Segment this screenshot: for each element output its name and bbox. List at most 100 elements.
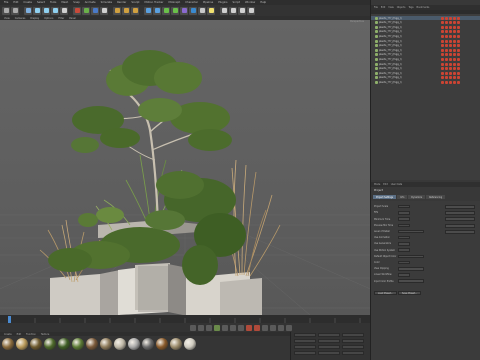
attribute-field-right[interactable] [445, 229, 475, 234]
material-swatch[interactable] [2, 338, 14, 350]
material-tag-icon[interactable] [457, 16, 460, 20]
attribute-field[interactable] [398, 211, 410, 215]
material-tag-icon[interactable] [453, 44, 456, 48]
attribute-field-right[interactable] [445, 205, 475, 209]
attribute-field[interactable] [398, 279, 424, 283]
material-tag-icon[interactable] [445, 35, 448, 39]
object-menu-edit[interactable]: Edit [381, 6, 385, 9]
material-tag-icon[interactable] [449, 16, 452, 20]
material-tag-icon[interactable] [449, 67, 452, 71]
material-tag-icon[interactable] [445, 25, 448, 29]
material-tag-icon[interactable] [445, 16, 448, 20]
menu-item-mesh[interactable]: Mesh [61, 1, 68, 4]
material-tag-icon[interactable] [457, 67, 460, 71]
material-tag-icon[interactable] [441, 30, 444, 34]
object-menu-objects[interactable]: Objects [397, 6, 406, 9]
attribute-field-right[interactable] [445, 223, 475, 228]
material-tag-icon[interactable] [449, 39, 452, 43]
material-tag-icon[interactable] [453, 30, 456, 34]
material-tag-icon[interactable] [453, 62, 456, 66]
material-tag-icon[interactable] [457, 39, 460, 43]
position-y-field[interactable] [294, 339, 316, 343]
scale-key-button[interactable] [286, 324, 292, 331]
menu-item-simulate[interactable]: Simulate [101, 1, 112, 4]
perspective-viewport[interactable]: Perspective [0, 20, 370, 315]
material-tag-icon[interactable] [453, 16, 456, 20]
material-swatch[interactable] [170, 338, 182, 350]
position-x-field[interactable] [294, 333, 316, 337]
menu-item-create[interactable]: Create [23, 1, 32, 4]
menu-item-pipeline[interactable]: Pipeline [203, 1, 213, 4]
material-tag-icon[interactable] [441, 81, 444, 85]
material-tag-icon[interactable] [457, 53, 460, 57]
z-axis-button[interactable] [91, 6, 99, 15]
object-name[interactable]: plants_???_(fogg_l) [379, 26, 402, 29]
keyframe-selection-button[interactable] [262, 324, 268, 331]
render-picture-viewer-button[interactable] [122, 6, 130, 15]
material-tag-icon[interactable] [441, 58, 444, 62]
size-x-field[interactable] [318, 333, 340, 337]
attr-menu-edit[interactable]: Edit [383, 183, 387, 186]
goto-start-button[interactable] [190, 324, 196, 331]
material-tag-icon[interactable] [453, 67, 456, 71]
material-tag-icon[interactable] [453, 21, 456, 25]
timeline-ruler[interactable] [0, 315, 370, 323]
material-swatch[interactable] [100, 338, 112, 350]
object-name[interactable]: plants_???_(fogg_l) [379, 17, 402, 20]
size-z-field[interactable] [318, 345, 340, 349]
pen-button[interactable] [153, 6, 161, 15]
material-tag-icon[interactable] [453, 35, 456, 39]
material-tag-icon[interactable] [441, 62, 444, 66]
tab-dynamics[interactable]: Dynamics [408, 195, 426, 199]
next-key-button[interactable] [230, 324, 236, 331]
rotation-b-field[interactable] [342, 345, 364, 349]
autokey-button[interactable] [254, 324, 260, 331]
material-tag-icon[interactable] [457, 21, 460, 25]
position-z-field[interactable] [294, 345, 316, 349]
material-tag-icon[interactable] [457, 62, 460, 66]
menu-item-mograph[interactable]: MoGraph [168, 1, 180, 4]
y-axis-button[interactable] [82, 6, 90, 15]
material-tag-icon[interactable] [441, 35, 444, 39]
object-name[interactable]: plants_???_(fogg_l) [379, 58, 402, 61]
menu-item-render[interactable]: Render [117, 1, 126, 4]
attribute-field[interactable] [398, 205, 410, 209]
material-swatch[interactable] [114, 338, 126, 350]
size-mode-dropdown[interactable] [318, 351, 340, 355]
apply-button[interactable] [342, 351, 364, 355]
coordinate-system-button[interactable] [100, 6, 108, 15]
bend-deformer-button[interactable] [180, 6, 188, 15]
material-tag-icon[interactable] [449, 48, 452, 52]
object-name[interactable]: plants_???_(fogg_l) [379, 21, 402, 24]
menu-item-script[interactable]: Script [233, 1, 241, 4]
rotation-p-field[interactable] [342, 339, 364, 343]
material-tag-icon[interactable] [441, 44, 444, 48]
size-y-field[interactable] [318, 339, 340, 343]
move-button[interactable] [33, 6, 41, 15]
attribute-field-right[interactable] [445, 217, 475, 222]
attribute-field[interactable] [398, 273, 410, 277]
material-tag-icon[interactable] [445, 21, 448, 25]
position-key-button[interactable] [270, 324, 276, 331]
tab-referencing[interactable]: Referencing [426, 195, 446, 199]
object-name[interactable]: plants_???_(fogg_l) [379, 72, 402, 75]
load-preset-button[interactable]: Load Preset... [374, 291, 397, 295]
attribute-field[interactable] [398, 248, 410, 252]
save-preset-button[interactable]: Save Preset... [398, 291, 421, 295]
material-tag-icon[interactable] [445, 62, 448, 66]
next-frame-button[interactable] [222, 324, 228, 331]
undo-button[interactable] [2, 6, 10, 15]
menu-item-file[interactable]: File [4, 1, 8, 4]
material-tag-icon[interactable] [445, 30, 448, 34]
redo-button[interactable] [11, 6, 19, 15]
menu-item-plugins[interactable]: Plugins [218, 1, 227, 4]
attribute-field[interactable] [398, 254, 424, 259]
material-tag-icon[interactable] [453, 81, 456, 85]
record-button[interactable] [246, 324, 252, 331]
material-tag-icon[interactable] [449, 81, 452, 85]
material-tag-icon[interactable] [449, 35, 452, 39]
array-button[interactable] [171, 6, 179, 15]
material-swatch[interactable] [58, 338, 70, 350]
material-swatch[interactable] [72, 338, 84, 350]
material-tag-icon[interactable] [441, 67, 444, 71]
